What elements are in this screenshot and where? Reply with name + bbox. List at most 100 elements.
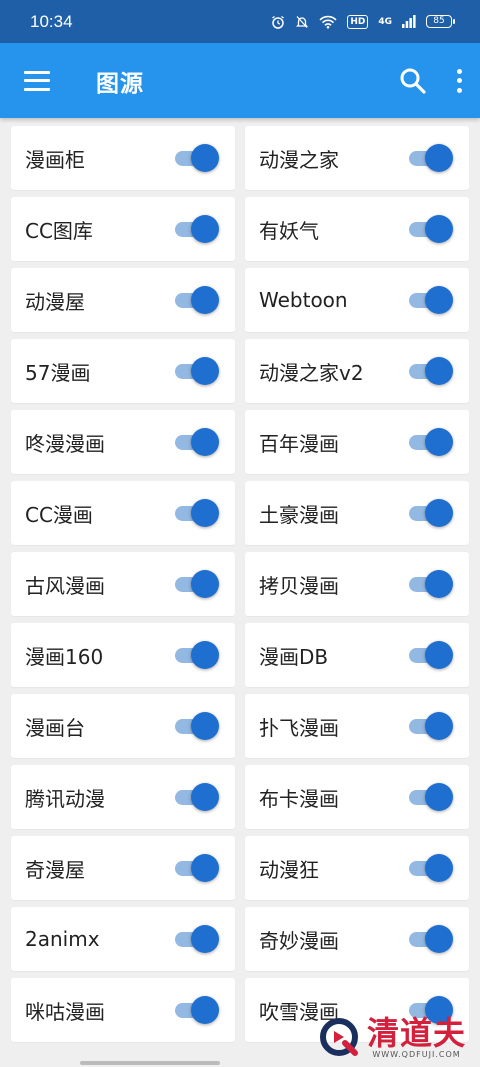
source-card[interactable]: 漫画柜: [11, 126, 235, 190]
source-toggle[interactable]: [175, 639, 219, 671]
source-toggle[interactable]: [409, 284, 453, 316]
search-icon[interactable]: [397, 65, 429, 97]
toggle-thumb: [191, 570, 219, 598]
source-label: 古风漫画: [25, 573, 105, 598]
gesture-nav-bar[interactable]: [80, 1061, 220, 1065]
source-card[interactable]: 拷贝漫画: [245, 552, 469, 616]
source-label: 腾讯动漫: [25, 786, 105, 811]
source-toggle[interactable]: [175, 213, 219, 245]
source-grid: 漫画柜 动漫之家 CC图库 有妖气动漫屋 Webtoon 57漫画 动漫之家v2 咚漫漫画 百年…: [0, 118, 480, 1042]
source-label: 57漫画: [25, 360, 91, 385]
toggle-thumb: [425, 570, 453, 598]
source-label: 咚漫漫画: [25, 431, 105, 456]
source-label: 漫画柜: [25, 147, 85, 172]
source-card[interactable]: 漫画台: [11, 694, 235, 758]
status-time: 10:34: [30, 11, 73, 31]
source-card[interactable]: 动漫狂: [245, 836, 469, 900]
alarm-icon: [272, 15, 285, 29]
source-label: 漫画160: [25, 644, 104, 669]
source-toggle[interactable]: [409, 639, 453, 671]
toggle-thumb: [425, 712, 453, 740]
source-label: 漫画台: [25, 715, 85, 740]
app-bar: 图源: [0, 43, 480, 118]
source-toggle[interactable]: [409, 781, 453, 813]
source-toggle[interactable]: [409, 852, 453, 884]
source-label: 动漫屋: [25, 289, 85, 314]
source-card[interactable]: 扑飞漫画: [245, 694, 469, 758]
hd-badge: HD: [347, 14, 369, 29]
source-card[interactable]: 咚漫漫画: [11, 410, 235, 474]
source-label: 咪咕漫画: [25, 999, 105, 1024]
source-toggle[interactable]: [409, 710, 453, 742]
source-toggle[interactable]: [175, 852, 219, 884]
toggle-thumb: [191, 641, 219, 669]
source-card[interactable]: 奇妙漫画: [245, 907, 469, 971]
source-toggle[interactable]: [175, 497, 219, 529]
toggle-thumb: [425, 499, 453, 527]
source-card[interactable]: 2animx: [11, 907, 235, 971]
source-label: 百年漫画: [259, 431, 339, 456]
source-toggle[interactable]: [409, 355, 453, 387]
toggle-thumb: [191, 357, 219, 385]
source-card[interactable]: 咪咕漫画: [11, 978, 235, 1042]
source-label: 动漫之家: [259, 147, 339, 172]
source-card[interactable]: CC漫画: [11, 481, 235, 545]
toggle-thumb: [191, 499, 219, 527]
toggle-thumb: [191, 783, 219, 811]
status-icons: HD 4G 85: [271, 14, 455, 29]
source-label: 漫画DB: [259, 644, 329, 669]
toggle-thumb: [425, 783, 453, 811]
source-toggle[interactable]: [409, 497, 453, 529]
menu-icon[interactable]: [24, 70, 50, 91]
mute-bell-icon: [296, 15, 309, 28]
source-toggle[interactable]: [409, 923, 453, 955]
source-toggle[interactable]: [175, 568, 219, 600]
source-toggle[interactable]: [409, 213, 453, 245]
more-options-icon[interactable]: [453, 68, 465, 93]
source-card[interactable]: 动漫屋: [11, 268, 235, 332]
source-toggle[interactable]: [175, 284, 219, 316]
source-card[interactable]: 漫画160: [11, 623, 235, 687]
source-toggle[interactable]: [175, 142, 219, 174]
source-card[interactable]: 动漫之家v2: [245, 339, 469, 403]
source-label: 动漫狂: [259, 857, 319, 882]
source-label: Webtoon: [259, 288, 348, 312]
source-card[interactable]: 百年漫画: [245, 410, 469, 474]
source-card[interactable]: 57漫画: [11, 339, 235, 403]
source-toggle[interactable]: [175, 355, 219, 387]
source-label: 2animx: [25, 927, 100, 951]
source-toggle[interactable]: [409, 426, 453, 458]
toggle-thumb: [191, 925, 219, 953]
watermark: 清道夫 WWW.QDFUJI.COM: [317, 1015, 466, 1059]
source-card[interactable]: 腾讯动漫: [11, 765, 235, 829]
source-card[interactable]: CC图库: [11, 197, 235, 261]
source-toggle[interactable]: [409, 568, 453, 600]
source-toggle[interactable]: [175, 426, 219, 458]
wifi-icon: [319, 15, 337, 29]
toggle-thumb: [425, 428, 453, 456]
watermark-logo-icon: [319, 1018, 358, 1056]
source-card[interactable]: 动漫之家: [245, 126, 469, 190]
source-card[interactable]: 古风漫画: [11, 552, 235, 616]
source-toggle[interactable]: [175, 781, 219, 813]
source-card[interactable]: 奇漫屋: [11, 836, 235, 900]
source-card[interactable]: 漫画DB: [245, 623, 469, 687]
source-card[interactable]: Webtoon: [245, 268, 469, 332]
source-toggle[interactable]: [175, 710, 219, 742]
source-toggle[interactable]: [175, 923, 219, 955]
toggle-thumb: [425, 925, 453, 953]
source-toggle[interactable]: [409, 142, 453, 174]
source-label: CC漫画: [25, 502, 93, 527]
source-label: 奇妙漫画: [259, 928, 339, 953]
toggle-thumb: [191, 428, 219, 456]
watermark-brand: 清道夫: [366, 1013, 466, 1052]
source-card[interactable]: 布卡漫画: [245, 765, 469, 829]
network-type: 4G: [378, 16, 392, 27]
source-toggle[interactable]: [175, 994, 219, 1026]
toggle-thumb: [191, 215, 219, 243]
source-card[interactable]: 土豪漫画: [245, 481, 469, 545]
source-label: 有妖气: [259, 218, 319, 243]
source-card[interactable]: 有妖气: [245, 197, 469, 261]
toggle-thumb: [425, 854, 453, 882]
toggle-thumb: [425, 144, 453, 172]
